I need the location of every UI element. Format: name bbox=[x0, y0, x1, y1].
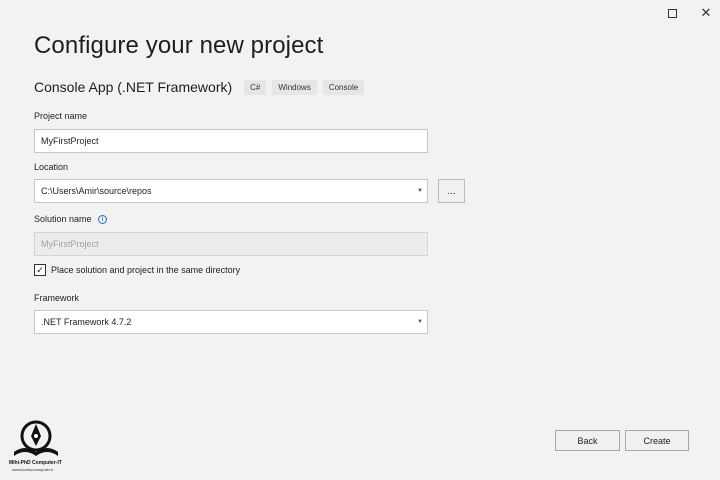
location-label: Location bbox=[34, 162, 69, 172]
framework-value: .NET Framework 4.7.2 bbox=[41, 317, 132, 327]
same-directory-checkbox[interactable]: ✓ bbox=[34, 264, 46, 276]
checkmark-icon: ✓ bbox=[36, 264, 44, 275]
back-button[interactable]: Back bbox=[555, 430, 620, 451]
template-name: Console App (.NET Framework) bbox=[34, 79, 233, 95]
chevron-down-icon[interactable]: ▼ bbox=[417, 188, 423, 194]
same-directory-option[interactable]: ✓ Place solution and project in the same… bbox=[34, 264, 240, 276]
watermark-title: Mihi-PhD Computer-IT bbox=[9, 460, 62, 466]
solution-name-label-row: Solution name i bbox=[34, 214, 108, 225]
template-info: Console App (.NET Framework) C# Windows … bbox=[34, 79, 365, 95]
chevron-down-icon[interactable]: ▼ bbox=[417, 319, 423, 325]
framework-select[interactable]: .NET Framework 4.7.2 ▼ bbox=[34, 310, 428, 334]
browse-button[interactable]: ... bbox=[438, 179, 465, 203]
create-button[interactable]: Create bbox=[625, 430, 689, 451]
framework-label: Framework bbox=[34, 293, 80, 303]
solution-name-placeholder: MyFirstProject bbox=[41, 239, 99, 249]
tag-platform: Windows bbox=[272, 79, 317, 95]
location-value: C:\Users\Amir\source\repos bbox=[41, 186, 152, 196]
same-directory-label: Place solution and project in the same d… bbox=[51, 265, 241, 275]
watermark-url: www.konkurcomputer.ir bbox=[12, 467, 54, 472]
tag-project-type: Console bbox=[322, 79, 365, 95]
maximize-icon bbox=[667, 8, 677, 18]
maximize-button[interactable] bbox=[660, 4, 684, 22]
solution-name-label: Solution name bbox=[34, 214, 92, 224]
close-icon: ✕ bbox=[700, 5, 712, 20]
project-name-input[interactable]: MyFirstProject bbox=[34, 129, 428, 153]
project-name-label: Project name bbox=[34, 111, 88, 121]
tag-language: C# bbox=[244, 79, 267, 95]
location-combobox[interactable]: C:\Users\Amir\source\repos ▼ bbox=[34, 179, 428, 203]
project-name-value: MyFirstProject bbox=[41, 136, 99, 146]
page-title: Configure your new project bbox=[34, 32, 324, 59]
close-button[interactable]: ✕ bbox=[694, 4, 718, 22]
solution-name-input: MyFirstProject bbox=[34, 232, 428, 256]
info-icon[interactable]: i bbox=[98, 215, 108, 225]
